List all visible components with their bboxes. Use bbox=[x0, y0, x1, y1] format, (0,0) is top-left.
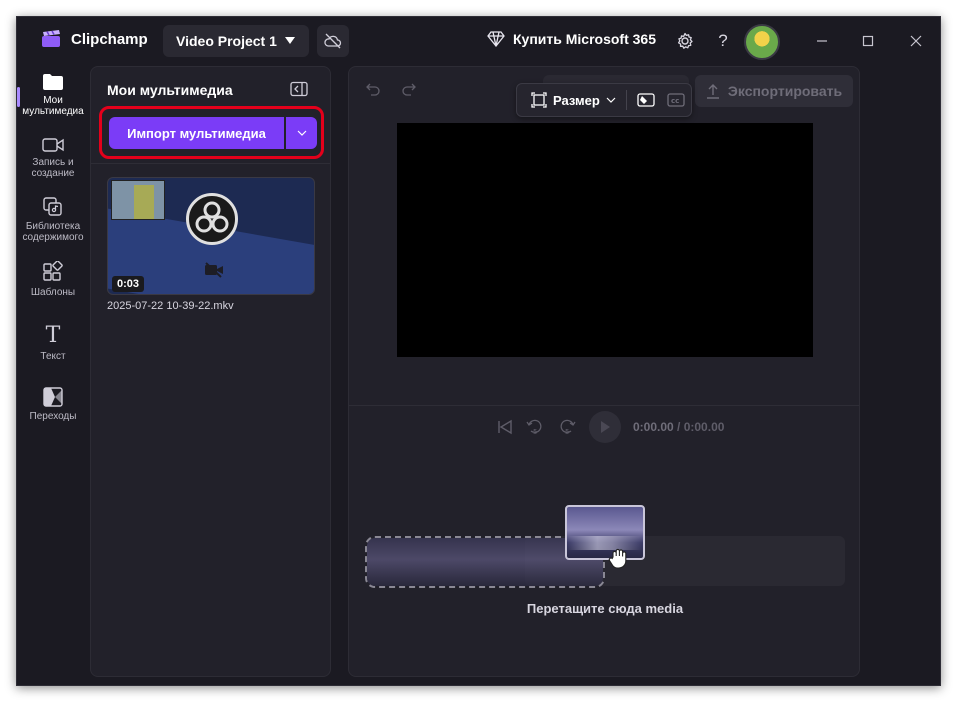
caret-down-icon bbox=[285, 37, 295, 44]
rail-item-record[interactable]: Запись и создание bbox=[21, 137, 85, 179]
dragged-media-card bbox=[565, 505, 645, 560]
settings-button[interactable] bbox=[675, 31, 695, 51]
templates-icon bbox=[43, 261, 63, 281]
panel-title: Мои мультимедиа bbox=[107, 82, 233, 98]
playback-controls: 5 5 0:00.00 / 0:00.00 bbox=[497, 411, 724, 443]
play-button[interactable] bbox=[589, 411, 621, 443]
close-icon bbox=[910, 35, 922, 47]
folder-icon bbox=[43, 74, 63, 90]
redo-button[interactable] bbox=[401, 81, 417, 102]
import-dropdown-button[interactable] bbox=[286, 117, 317, 149]
svg-text:cc: cc bbox=[671, 97, 679, 105]
undo-icon bbox=[366, 83, 380, 96]
forward-5-icon[interactable]: 5 bbox=[557, 417, 577, 437]
minimize-button[interactable] bbox=[812, 31, 832, 51]
total-time: / 0:00.00 bbox=[677, 420, 725, 434]
obs-logo bbox=[186, 193, 238, 245]
collapse-panel-button[interactable] bbox=[290, 81, 308, 97]
project-name-dropdown[interactable]: Video Project 1 bbox=[163, 25, 309, 57]
close-button[interactable] bbox=[906, 31, 926, 51]
fill-background-icon[interactable] bbox=[637, 92, 655, 108]
gear-icon bbox=[677, 32, 693, 49]
thumbnail-preview bbox=[111, 180, 165, 220]
divider bbox=[349, 405, 859, 406]
avatar[interactable] bbox=[744, 24, 780, 60]
rail-item-transitions[interactable]: Переходы bbox=[21, 387, 85, 422]
no-video-icon bbox=[205, 262, 223, 278]
redo-icon bbox=[402, 83, 416, 96]
rail-item-content-library[interactable]: Библиотека содержимого bbox=[21, 197, 85, 243]
app-brand: Clipchamp bbox=[41, 30, 148, 48]
drop-hint: Перетащите сюда media bbox=[526, 601, 684, 616]
crop-frame-icon bbox=[531, 92, 547, 108]
buy-label: Купить Microsoft 365 bbox=[513, 31, 656, 47]
clipchamp-window: Clipchamp Video Project 1 Купить Microso… bbox=[16, 16, 941, 686]
size-dropdown[interactable]: Размер bbox=[553, 93, 600, 108]
rewind-5-icon[interactable]: 5 bbox=[525, 417, 545, 437]
rail-label: Библиотека содержимого bbox=[22, 221, 84, 243]
camera-icon bbox=[42, 138, 64, 152]
rail-label: Текст bbox=[40, 351, 66, 362]
current-time: 0:00.00 bbox=[633, 420, 674, 434]
app-name: Clipchamp bbox=[71, 30, 148, 48]
rail-label: Шаблоны bbox=[30, 287, 76, 298]
help-button[interactable]: ? bbox=[713, 31, 733, 51]
buy-microsoft-365-button[interactable]: Купить Microsoft 365 bbox=[487, 31, 656, 47]
play-icon bbox=[601, 421, 610, 433]
rail-label: Запись и создание bbox=[31, 157, 75, 179]
rail-label: Переходы bbox=[29, 411, 77, 422]
upload-icon bbox=[706, 84, 719, 99]
duration-badge: 0:03 bbox=[112, 276, 145, 292]
collapse-panel-icon bbox=[290, 81, 308, 97]
undo-button[interactable] bbox=[365, 81, 381, 102]
preview-panel: Экспортировать Размер cc 5 5 0:00.00 / 0… bbox=[348, 66, 860, 677]
maximize-button[interactable] bbox=[858, 31, 878, 51]
transitions-icon bbox=[43, 387, 63, 407]
export-button[interactable]: Экспортировать bbox=[695, 75, 853, 107]
grab-hand-icon bbox=[608, 548, 627, 569]
svg-text:5: 5 bbox=[565, 428, 569, 436]
video-preview[interactable] bbox=[397, 123, 813, 357]
rail-label: Мои мультимедиа bbox=[22, 95, 84, 117]
time-display: 0:00.00 / 0:00.00 bbox=[633, 420, 724, 434]
help-icon: ? bbox=[718, 31, 728, 50]
rail-item-my-media[interactable]: Мои мультимедиа bbox=[21, 73, 85, 117]
media-filename: 2025-07-22 10-39-22.mkv bbox=[107, 300, 234, 312]
rail-item-templates[interactable]: Шаблоны bbox=[21, 261, 85, 298]
media-panel: Мои мультимедиа Импорт мультимедиа 0:03 … bbox=[90, 66, 331, 677]
left-rail: Мои мультимедиа Запись и создание Библио… bbox=[17, 65, 89, 685]
preview-toolbar: Размер cc bbox=[516, 83, 692, 117]
chevron-down-icon bbox=[297, 130, 306, 136]
active-indicator bbox=[17, 87, 20, 107]
diamond-icon bbox=[487, 31, 505, 47]
cloud-sync-button[interactable] bbox=[317, 25, 349, 57]
project-name: Video Project 1 bbox=[176, 33, 277, 49]
divider bbox=[91, 163, 330, 164]
title-bar: Clipchamp Video Project 1 Купить Microso… bbox=[17, 17, 940, 65]
export-label: Экспортировать bbox=[727, 83, 843, 99]
import-highlight: Импорт мультимедиа bbox=[99, 106, 324, 159]
import-media-button[interactable]: Импорт мультимедиа bbox=[109, 117, 284, 149]
media-thumbnail[interactable]: 0:03 bbox=[107, 177, 315, 295]
rail-item-text[interactable]: T Текст bbox=[21, 323, 85, 363]
maximize-icon bbox=[862, 35, 874, 47]
svg-text:5: 5 bbox=[533, 428, 537, 436]
captions-icon[interactable]: cc bbox=[667, 92, 687, 108]
minimize-icon bbox=[817, 40, 827, 42]
text-icon: T bbox=[45, 323, 61, 348]
library-icon bbox=[43, 197, 62, 216]
cloud-off-icon bbox=[324, 33, 342, 49]
clipchamp-logo-icon bbox=[42, 30, 60, 47]
skip-back-icon[interactable] bbox=[497, 419, 513, 435]
chevron-down-icon bbox=[606, 97, 616, 103]
